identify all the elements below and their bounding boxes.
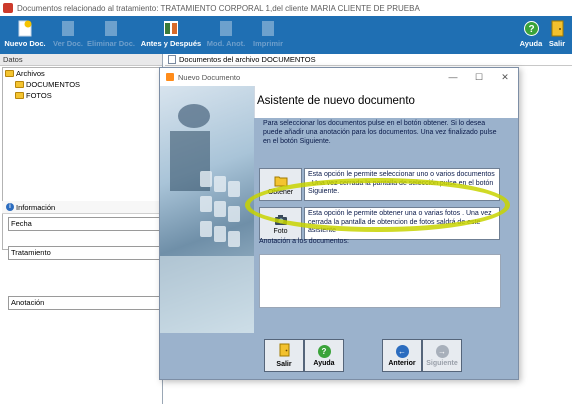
arrow-right-icon: →: [435, 344, 449, 358]
exit-button[interactable]: Salir: [547, 19, 567, 53]
maximize-icon[interactable]: ☐: [466, 72, 492, 83]
window-titlebar: Documentos relacionado al tratamiento: T…: [0, 0, 572, 16]
dialog-app-icon: [166, 73, 174, 81]
arrow-left-icon: ←: [395, 344, 409, 358]
annotation-field: Anotación: [8, 296, 160, 310]
exit-door-icon: [549, 19, 565, 37]
folder-icon: [15, 81, 24, 88]
dialog-heading: Asistente de nuevo documento: [257, 95, 415, 107]
svg-text:?: ?: [528, 24, 534, 35]
close-icon[interactable]: ✕: [492, 72, 518, 83]
before-after-icon: [163, 19, 179, 37]
date-field: Fecha: [8, 217, 160, 231]
minimize-icon[interactable]: —: [440, 72, 466, 82]
new-document-button[interactable]: Nuevo Doc.: [4, 19, 46, 53]
delete-document-icon: [103, 19, 119, 37]
help-icon: ?: [317, 344, 331, 358]
dialog-exit-button[interactable]: Salir: [264, 339, 304, 372]
new-document-icon: [17, 19, 33, 37]
print-button[interactable]: Imprimir: [253, 19, 283, 53]
delete-document-button[interactable]: Eliminar Doc.: [87, 19, 135, 53]
main-toolbar: Nuevo Doc. Ver Doc. Eliminar Doc. Antes …: [0, 16, 572, 54]
folder-icon: [5, 70, 14, 77]
document-icon: [168, 55, 176, 64]
dialog-intro-text: Para seleccionar los documentos pulse en…: [263, 120, 497, 145]
previous-button[interactable]: ← Anterior: [382, 339, 422, 372]
medical-side-image: [160, 86, 254, 333]
app-icon: [3, 3, 13, 13]
documents-header: Documentos del archivo DOCUMENTOS: [165, 54, 572, 66]
annotation-label: Anotación a los documentos:: [259, 238, 349, 245]
window-title: Documentos relacionado al tratamiento: T…: [17, 3, 420, 13]
modify-annotation-button[interactable]: Mod. Anot.: [207, 19, 245, 53]
info-section-header: i Información: [2, 201, 161, 214]
obtener-description: Esta opción le permite seleccionar uno o…: [304, 168, 500, 201]
foto-description: Esta opción le permite obtener una o var…: [304, 207, 500, 240]
folder-open-icon: [274, 174, 288, 187]
camera-icon: [274, 213, 288, 226]
view-document-button[interactable]: Ver Doc.: [53, 19, 83, 53]
foto-button[interactable]: Foto: [259, 207, 302, 240]
next-button[interactable]: → Siguiente: [422, 339, 462, 372]
dialog-heading-band: Asistente de nuevo documento: [254, 86, 518, 118]
tree-item-documentos[interactable]: DOCUMENTOS: [3, 79, 160, 90]
folder-icon: [15, 92, 24, 99]
help-button[interactable]: ? Ayuda: [519, 19, 543, 53]
treatment-field: Tratamiento: [8, 246, 160, 260]
obtener-button[interactable]: Obtener: [259, 168, 302, 201]
dialog-body: Asistente de nuevo documento Para selecc…: [160, 86, 518, 379]
new-document-dialog: Nuevo Documento — ☐ ✕ Asistente de nuevo…: [159, 67, 519, 380]
tree-root-archivos[interactable]: Archivos: [3, 68, 160, 79]
dialog-help-button[interactable]: ? Ayuda: [304, 339, 344, 372]
before-after-button[interactable]: Antes y Después: [141, 19, 201, 53]
tree-item-fotos[interactable]: FOTOS: [3, 90, 160, 101]
data-header: Datos: [0, 54, 162, 66]
view-document-icon: [60, 19, 76, 37]
info-icon: i: [6, 203, 14, 211]
dialog-titlebar: Nuevo Documento — ☐ ✕: [160, 68, 518, 86]
print-icon: [260, 19, 276, 37]
help-icon: ?: [523, 19, 539, 37]
left-panel: Datos Archivos DOCUMENTOS FOTOS i Inform…: [0, 54, 163, 404]
annotation-textarea[interactable]: [259, 254, 501, 308]
exit-door-icon: [279, 343, 290, 359]
edit-icon: [218, 19, 234, 37]
